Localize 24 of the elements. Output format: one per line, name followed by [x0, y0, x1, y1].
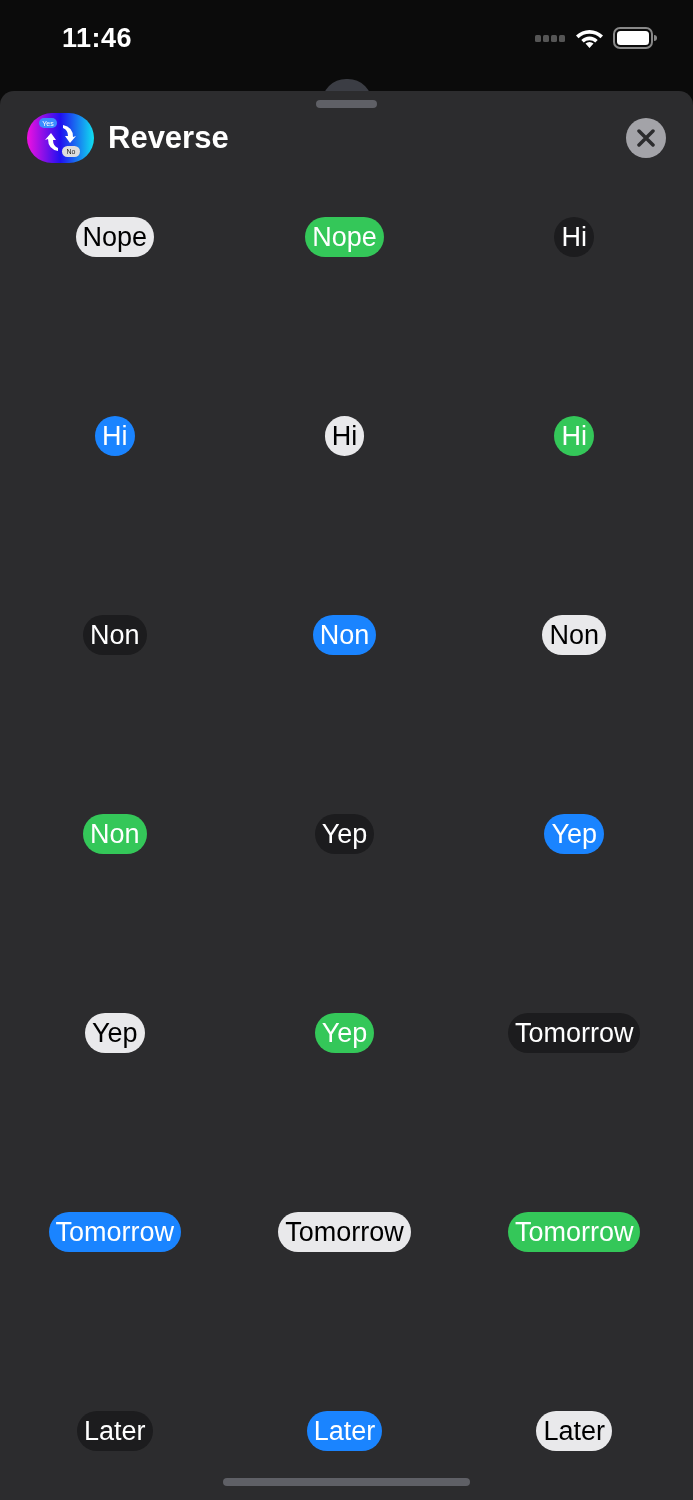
sticker[interactable]: Hi [324, 416, 365, 456]
close-icon [637, 129, 655, 147]
status-time: 11:46 [62, 22, 133, 54]
sticker[interactable]: Non [83, 615, 147, 655]
sticker[interactable]: Non [312, 615, 377, 655]
sticker[interactable]: Nope [75, 217, 155, 257]
sticker[interactable]: Later [306, 1411, 383, 1451]
sticker[interactable]: Later [77, 1411, 153, 1451]
signal-icon [535, 34, 566, 42]
sticker[interactable]: Tomorrow [48, 1212, 182, 1252]
close-button[interactable] [626, 118, 666, 158]
sticker[interactable]: Non [542, 615, 606, 655]
sticker[interactable]: Tomorrow [278, 1212, 411, 1252]
sticker[interactable]: Hi [554, 217, 594, 257]
wifi-icon [576, 28, 603, 48]
sticker[interactable]: Hi [95, 416, 135, 456]
sticker[interactable]: Tomorrow [507, 1013, 641, 1053]
app-title: Reverse [108, 120, 230, 156]
sheet-handle[interactable] [316, 100, 377, 108]
sticker[interactable]: Later [536, 1411, 612, 1451]
sticker[interactable]: Yep [314, 814, 375, 854]
sticker[interactable]: Yep [85, 1013, 145, 1053]
sticker[interactable]: Yep [544, 814, 604, 854]
battery-icon [613, 27, 657, 49]
